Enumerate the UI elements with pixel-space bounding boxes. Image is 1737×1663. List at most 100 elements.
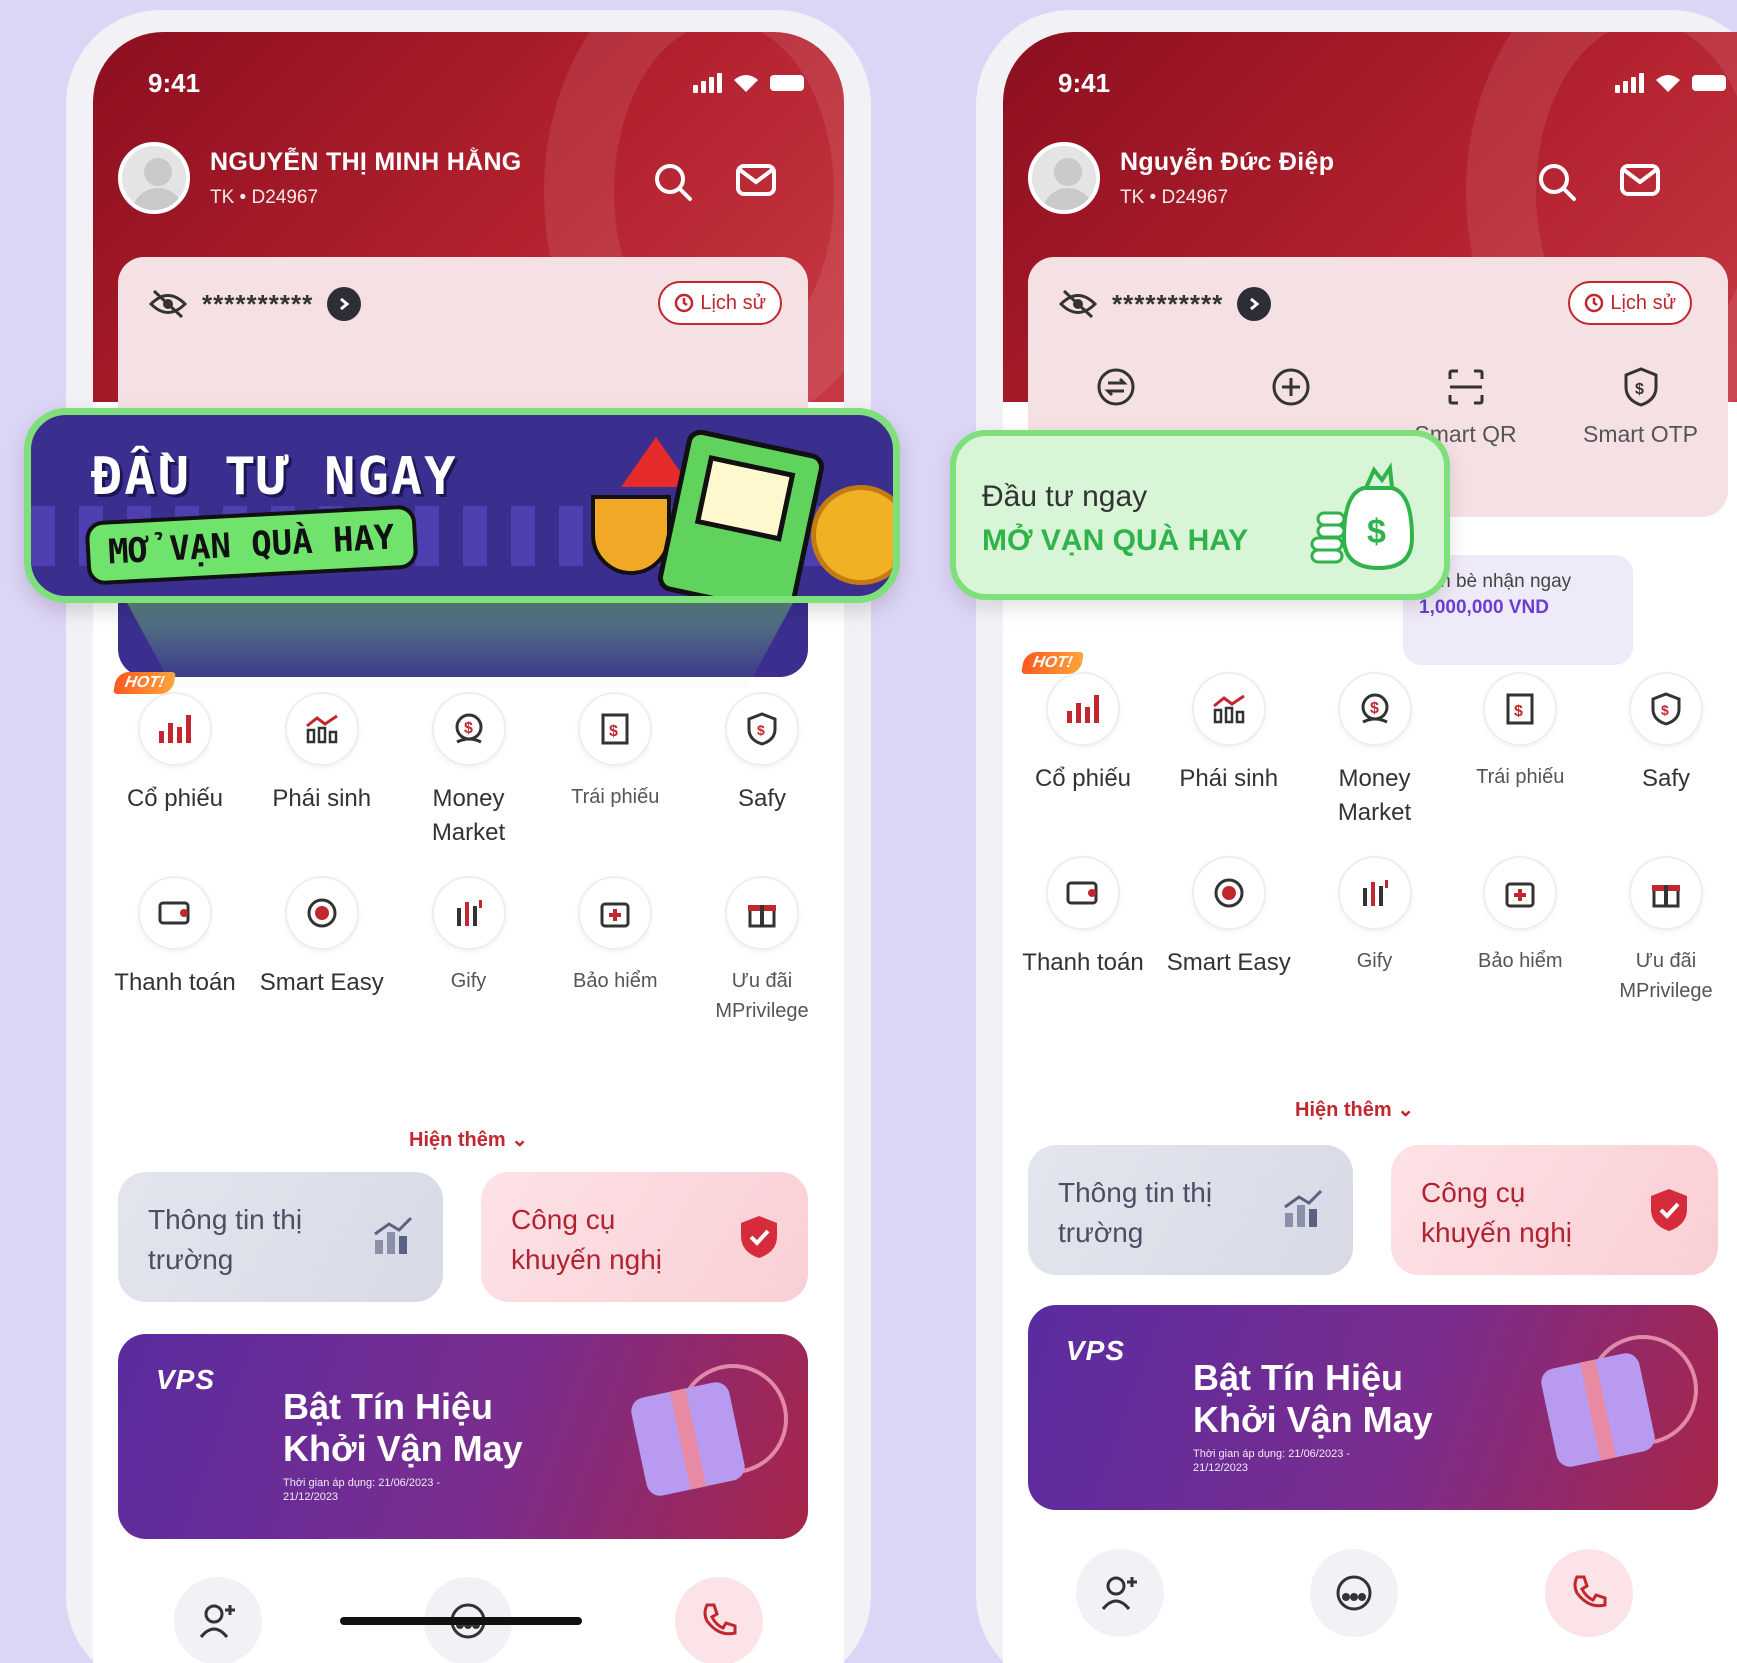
recommend-tool-card[interactable]: Công cụ khuyến nghị: [481, 1172, 808, 1302]
target-icon: [307, 898, 337, 928]
feature-bonds[interactable]: $ Trái phiếu: [1456, 672, 1584, 830]
app-screen-left: 9:41 NGUYỄN THỊ MINH HẰNG TK • D24967 **…: [93, 32, 844, 1663]
feature-stocks[interactable]: HOT! Cổ phiếu: [1019, 652, 1147, 830]
plus-circle-icon: [1272, 368, 1309, 406]
vps-logo: VPS: [1066, 1335, 1126, 1366]
feature-bonds[interactable]: $ Trái phiếu: [551, 692, 679, 850]
chart-up-icon: [374, 1216, 413, 1254]
shield-dollar-icon: $: [1651, 692, 1681, 726]
shield-check-icon: [741, 1216, 777, 1258]
transfer-icon: [1097, 368, 1134, 406]
clock-icon: [1585, 293, 1604, 313]
wallet-icon: [158, 901, 190, 925]
market-info-card[interactable]: Thông tin thị trường: [1028, 1145, 1353, 1275]
feature-mprivilege[interactable]: Ưu đãi MPrivilege: [698, 876, 826, 1026]
phone-right: 9:41 Nguyễn Đức Điệp TK • D24967 *******…: [976, 10, 1737, 1663]
vps-banner[interactable]: VPS Bật Tín Hiệu Khởi Vận May Thời gian …: [118, 1334, 808, 1539]
feature-stocks[interactable]: HOT! Cổ phiếu: [111, 672, 239, 850]
shield-dollar-icon: $: [1624, 367, 1657, 407]
bond-certificate-icon: $: [1506, 693, 1534, 725]
target-icon: [1214, 878, 1244, 908]
chevron-right-icon[interactable]: [327, 287, 362, 321]
battery-icon: [770, 75, 804, 91]
feature-payment[interactable]: Thanh toán: [111, 876, 239, 1026]
status-bar: 9:41: [148, 68, 804, 108]
svg-text:$: $: [609, 723, 618, 740]
gift-icon: [1652, 885, 1680, 908]
eye-off-icon[interactable]: [1058, 289, 1098, 319]
feature-payment[interactable]: Thanh toán: [1019, 856, 1147, 1006]
search-icon[interactable]: [1537, 162, 1577, 202]
avatar[interactable]: [1028, 142, 1100, 214]
call-button[interactable]: [1544, 1549, 1633, 1637]
feature-gify[interactable]: Gify: [405, 876, 533, 1026]
wallet-icon: [1066, 881, 1098, 905]
search-icon[interactable]: [653, 162, 693, 202]
smart-otp-action[interactable]: $ Smart OTP: [1561, 367, 1721, 451]
eye-off-icon[interactable]: [148, 289, 188, 319]
gify-icon: [1362, 880, 1388, 906]
feature-smart-easy[interactable]: Smart Easy: [1165, 856, 1293, 1006]
svg-text:$: $: [1370, 700, 1379, 717]
shield-dollar-icon: $: [747, 712, 777, 746]
feature-derivatives[interactable]: Phái sinh: [258, 692, 386, 850]
market-info-card[interactable]: Thông tin thị trường: [118, 1172, 443, 1302]
feature-grid: HOT! Cổ phiếu Phái sinh $ Money Market $…: [93, 672, 844, 1026]
chart-up-icon: [1284, 1189, 1323, 1227]
show-more-button[interactable]: Hiện thêm ⌄: [1003, 1097, 1706, 1122]
home-indicator[interactable]: [340, 1617, 582, 1625]
feature-safy[interactable]: $ Safy: [1602, 672, 1730, 830]
gift-icon: [748, 905, 776, 928]
app-screen-right: 9:41 Nguyễn Đức Điệp TK • D24967 *******…: [1003, 32, 1737, 1663]
svg-text:$: $: [757, 722, 765, 738]
pixel-promo-callout[interactable]: ĐẦU TƯ NGAY MỞ VẠN QUÀ HAY: [24, 408, 900, 603]
callout-headline: Đầu tư ngay: [982, 480, 1148, 513]
vps-banner[interactable]: VPS Bật Tín Hiệu Khởi Vận May Thời gian …: [1028, 1305, 1718, 1510]
profile[interactable]: NGUYỄN THỊ MINH HẰNG TK • D24967: [118, 142, 522, 214]
profile[interactable]: Nguyễn Đức Điệp TK • D24967: [1028, 142, 1334, 214]
feature-grid: HOT! Cổ phiếu Phái sinh $ Money Market $…: [1003, 652, 1737, 1006]
add-user-button[interactable]: [174, 1577, 263, 1663]
show-more-button[interactable]: Hiện thêm ⌄: [93, 1127, 844, 1152]
hot-badge: HOT!: [1021, 652, 1085, 674]
feature-smart-easy[interactable]: Smart Easy: [258, 876, 386, 1026]
feature-insurance[interactable]: Bảo hiểm: [551, 876, 679, 1026]
avatar[interactable]: [118, 142, 190, 214]
money-bag-icon: $: [1310, 462, 1414, 571]
feature-derivatives[interactable]: Phái sinh: [1165, 672, 1293, 830]
add-user-button[interactable]: [1076, 1549, 1165, 1637]
chevron-right-icon[interactable]: [1237, 287, 1272, 321]
balance-masked: **********: [202, 288, 314, 319]
flat-promo-callout[interactable]: Đầu tư ngay MỞ VẠN QUÀ HAY $: [950, 430, 1450, 600]
status-bar: 9:41: [1058, 68, 1726, 108]
history-button[interactable]: Lịch sử: [658, 281, 782, 325]
feature-insurance[interactable]: Bảo hiểm: [1456, 856, 1584, 1006]
feature-mprivilege[interactable]: Ưu đãi MPrivilege: [1602, 856, 1730, 1006]
phone-left: 9:41 NGUYỄN THỊ MINH HẰNG TK • D24967 **…: [66, 10, 871, 1663]
svg-text:$: $: [1635, 381, 1644, 398]
phone-call-icon: [1573, 1575, 1607, 1608]
wifi-icon: [734, 75, 758, 92]
mail-icon[interactable]: [735, 162, 777, 198]
add-user-icon: [1101, 1576, 1138, 1610]
gify-icon: [456, 900, 482, 926]
callout-subheadline: MỞ VẠN QUÀ HAY: [982, 524, 1249, 557]
history-button[interactable]: Lịch sử: [1568, 281, 1692, 325]
user-name: NGUYỄN THỊ MINH HẰNG: [210, 147, 522, 176]
feature-money-market[interactable]: $ Money Market: [405, 692, 533, 850]
account-number: TK • D24967: [1120, 186, 1229, 208]
feature-gify[interactable]: Gify: [1311, 856, 1439, 1006]
bond-certificate-icon: $: [601, 713, 629, 745]
community-icon: [1336, 1575, 1372, 1611]
call-button[interactable]: [674, 1577, 763, 1663]
derivatives-icon: [305, 714, 338, 744]
signal-icon: [693, 73, 722, 93]
derivatives-icon: [1212, 694, 1245, 724]
feature-safy[interactable]: $ Safy: [698, 692, 826, 850]
mail-icon[interactable]: [1619, 162, 1661, 198]
qr-scan-icon: [1448, 369, 1483, 405]
feature-money-market[interactable]: $ Money Market: [1311, 672, 1439, 830]
recommend-tool-card[interactable]: Công cụ khuyến nghị: [1391, 1145, 1718, 1275]
community-button[interactable]: [1310, 1549, 1399, 1637]
game-console-icon: [655, 427, 827, 596]
